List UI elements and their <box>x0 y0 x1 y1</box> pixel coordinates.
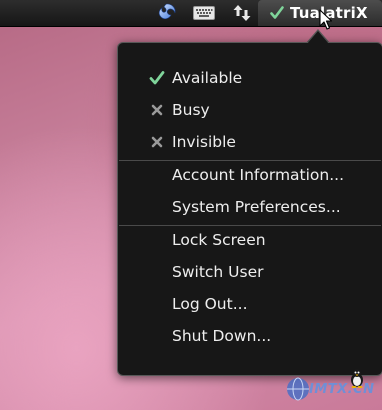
menu-item-busy[interactable]: Busy <box>118 94 382 126</box>
watermark: IMTX.CN <box>285 368 382 410</box>
menu-item-shut-down[interactable]: Shut Down... <box>118 320 382 352</box>
globe-icon <box>287 377 309 401</box>
mouse-pointer-icon <box>319 9 333 31</box>
keyboard-icon[interactable] <box>190 1 218 25</box>
menu-item-label: Log Out... <box>172 295 248 313</box>
menu-item-log-out[interactable]: Log Out... <box>118 288 382 320</box>
menu-item-label: Lock Screen <box>172 231 266 249</box>
menu-item-label: Available <box>172 69 243 87</box>
menu-item-switch-user[interactable]: Switch User <box>118 256 382 288</box>
menu-item-label: Account Information... <box>172 166 345 184</box>
menu-item-invisible[interactable]: Invisible <box>118 126 382 158</box>
menu-pointer <box>307 31 329 44</box>
menu-item-lock-screen[interactable]: Lock Screen <box>118 224 382 256</box>
menu-item-account-information[interactable]: Account Information... <box>118 159 382 191</box>
menu-item-label: System Preferences... <box>172 198 341 216</box>
menu-item-label: Shut Down... <box>172 327 272 345</box>
menu-item-label: Busy <box>172 101 210 119</box>
tux-icon <box>351 369 363 388</box>
menu-item-system-preferences[interactable]: System Preferences... <box>118 191 382 223</box>
menu-item-label: Switch User <box>172 263 264 281</box>
menu-item-available[interactable]: Available <box>118 62 382 94</box>
menu-item-label: Invisible <box>172 133 236 151</box>
network-arrows-icon[interactable] <box>229 1 255 25</box>
x-icon <box>149 134 165 150</box>
app-swirl-icon[interactable] <box>153 1 181 25</box>
check-icon <box>149 70 165 86</box>
check-icon <box>270 6 284 20</box>
x-icon <box>149 102 165 118</box>
user-menu: Available Busy Invisible Account Informa… <box>117 42 382 376</box>
